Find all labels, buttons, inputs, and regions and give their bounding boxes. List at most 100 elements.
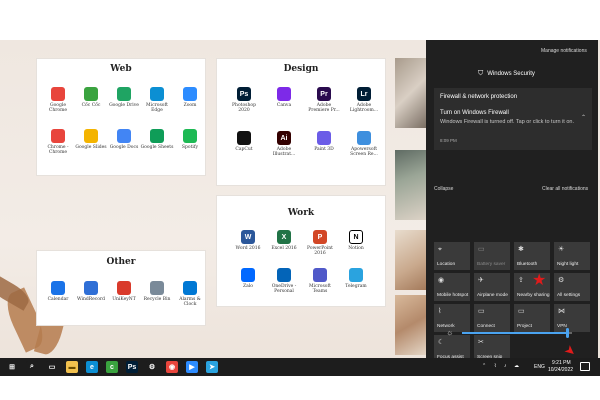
chevron-up-icon[interactable]: ⌃ [581, 114, 586, 121]
task-view-icon[interactable]: ▭ [46, 361, 58, 373]
telegram-icon[interactable]: ➤ [206, 361, 218, 373]
file-explorer-icon[interactable]: ▬ [66, 361, 78, 373]
telegram-icon [349, 268, 363, 282]
zalo-icon [241, 268, 255, 282]
app-label: Spotify [181, 145, 199, 150]
quick-action-tile[interactable]: ⚙ All settings [554, 273, 590, 301]
desktop-app-shortcut[interactable]: Microsoft Edge [140, 87, 174, 113]
chevron-up-icon[interactable]: ⌃ [482, 363, 486, 369]
desktop-app-shortcut[interactable]: Recycle Bin [140, 281, 174, 302]
wallpaper-photo [395, 295, 426, 355]
photoshop-icon[interactable]: Ps [126, 361, 138, 373]
desktop-app-shortcut[interactable]: Alarms & Clock [173, 281, 207, 307]
volume-icon[interactable]: ♪ [504, 363, 507, 369]
desktop-app-shortcut[interactable]: Google Chrome [41, 87, 75, 113]
desktop-app-shortcut[interactable]: Google Drive [107, 87, 141, 108]
desktop-app-shortcut[interactable]: Paint 3D [307, 131, 341, 152]
quick-action-tile[interactable]: ◉ Mobile hotspot [434, 273, 470, 301]
desktop-app-shortcut[interactable]: WindRecord [74, 281, 108, 302]
tile-label: Bluetooth [517, 262, 538, 267]
manage-notifications-link[interactable]: Manage notifications [541, 48, 587, 54]
edge-icon[interactable]: e [86, 361, 98, 373]
start-icon[interactable]: ⊞ [6, 361, 18, 373]
notification-card[interactable]: Firewall & network protection Turn on Wi… [434, 88, 592, 150]
network-status-icon[interactable]: ⌇ [494, 363, 496, 369]
quick-action-tile[interactable]: ▭ Connect [474, 304, 510, 332]
project-icon: ▭ [518, 308, 525, 315]
app-label: Zoom [183, 103, 197, 108]
desktop-app-shortcut[interactable]: X Excel 2016 [267, 230, 301, 251]
notion-icon: N [349, 230, 363, 244]
desktop-app-shortcut[interactable]: Microsoft Teams [303, 268, 337, 294]
app-label: CapCut [235, 147, 253, 152]
desktop-app-shortcut[interactable]: Telegram [339, 268, 373, 289]
desktop-app-shortcut[interactable]: Zoom [173, 87, 207, 108]
paint3d-icon [317, 131, 331, 145]
desktop-app-shortcut[interactable]: OneDrive - Personal [267, 268, 301, 294]
network-icon: ⌇ [438, 308, 442, 315]
quick-action-tile[interactable]: ⋈ VPN [554, 304, 590, 332]
clock-date[interactable]: 10/24/2022 [548, 367, 573, 373]
coccoc-icon [84, 87, 98, 101]
desktop-app-shortcut[interactable]: Ps Photoshop 2020 [227, 87, 261, 113]
desktop-app-shortcut[interactable]: N Notion [339, 230, 373, 251]
quick-action-tile[interactable]: ☀ Night light [554, 242, 590, 270]
quick-action-tile[interactable]: ▭ Project [514, 304, 550, 332]
app-label: PowerPoint 2016 [307, 246, 333, 256]
desktop-app-shortcut[interactable]: UniKeyNT [107, 281, 141, 302]
app-label: Google Docs [109, 145, 139, 150]
quick-action-tile[interactable]: ⌖ Location [434, 242, 470, 270]
language-indicator[interactable]: ENG [534, 364, 545, 370]
quick-action-tile[interactable]: ✱ Bluetooth [514, 242, 550, 270]
desktop-app-shortcut[interactable]: Cốc Cốc [74, 87, 108, 108]
desktop-app-shortcut[interactable]: Canva [267, 87, 301, 108]
desktop-app-shortcut[interactable]: Zalo [231, 268, 265, 289]
unikey-icon [117, 281, 131, 295]
action-center: Manage notifications ⛉ Windows Security … [426, 40, 598, 363]
desktop-app-shortcut[interactable]: Chrome - Chrome [41, 129, 75, 155]
desktop-app-shortcut[interactable]: CapCut [227, 131, 261, 152]
desktop-app-shortcut[interactable]: Spotify [173, 129, 207, 150]
collapse-link[interactable]: Collapse [434, 186, 453, 192]
brightness-slider-thumb[interactable] [565, 328, 569, 338]
tile-label: Project [517, 324, 532, 329]
zoom-icon [183, 87, 197, 101]
app-label: Photoshop 2020 [232, 103, 256, 113]
search-icon[interactable]: ⌕ [26, 361, 38, 373]
notification-center-button[interactable] [580, 362, 590, 371]
bluetooth-icon: ✱ [518, 246, 524, 253]
premiere-icon: Pr [317, 87, 331, 101]
desktop-app-shortcut[interactable]: Google Slides [74, 129, 108, 150]
tile-label: Nearby sharing [517, 293, 550, 298]
vpn-icon: ⋈ [558, 308, 565, 315]
desktop-app-shortcut[interactable]: Google Docs [107, 129, 141, 150]
connect-icon: ▭ [478, 308, 485, 315]
quick-action-tile[interactable]: ▭ Battery saver [474, 242, 510, 270]
taskbar: ⊞ ⌕ ▭ ▬ e c Ps ⚙ ◉ ▶ ➤ ⌃ ⌇ ♪ ☁ ENG 9:21 PM 10/24/2… [0, 358, 600, 376]
tile-label: Night light [557, 262, 579, 267]
google-slides-icon [84, 129, 98, 143]
teams-icon [313, 268, 327, 282]
desktop-app-shortcut[interactable]: Lr Adobe Lightroom... [347, 87, 381, 113]
brightness-slider[interactable] [462, 328, 572, 338]
quick-action-tile[interactable]: ✈ Airplane mode [474, 273, 510, 301]
clear-all-notifications-link[interactable]: Clear all notifications [542, 186, 588, 192]
coccoc-icon[interactable]: c [106, 361, 118, 373]
group-title: Work [287, 208, 315, 218]
chrome-icon[interactable]: ◉ [166, 361, 178, 373]
desktop-app-shortcut[interactable]: Google Sheets [140, 129, 174, 150]
desktop-app-shortcut[interactable]: P PowerPoint 2016 [303, 230, 337, 256]
desktop-app-shortcut[interactable]: Ai Adobe Illustrat... [267, 131, 301, 157]
settings-icon[interactable]: ⚙ [146, 361, 158, 373]
zoom-icon[interactable]: ▶ [186, 361, 198, 373]
battery-saver-icon: ▭ [478, 246, 485, 253]
desktop-app-shortcut[interactable]: W Word 2016 [231, 230, 265, 251]
app-label: Paint 3D [314, 147, 334, 152]
google-drive-icon [117, 87, 131, 101]
app-label: Excel 2016 [271, 246, 297, 251]
desktop-app-shortcut[interactable]: Calendar [41, 281, 75, 302]
clock-time[interactable]: 9:21 PM [552, 360, 571, 366]
cloud-icon[interactable]: ☁ [514, 363, 519, 369]
desktop-app-shortcut[interactable]: Apowersoft Screen Re... [347, 131, 381, 157]
desktop-app-shortcut[interactable]: Pr Adobe Premiere Pr... [307, 87, 341, 113]
